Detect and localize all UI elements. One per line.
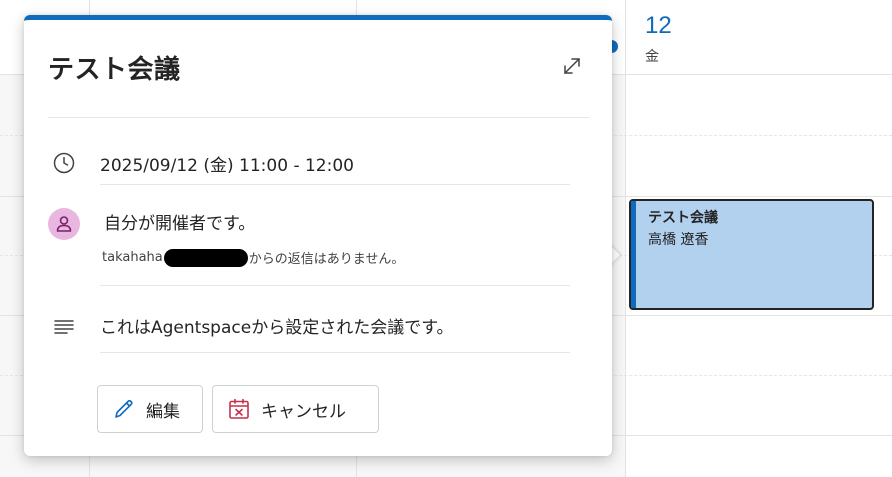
expand-button[interactable] <box>556 50 588 82</box>
row-divider <box>100 352 570 353</box>
event-title: テスト会議 <box>648 210 718 226</box>
text-lines-icon <box>52 314 76 338</box>
event-peek-card: テスト会議 2025/09/12 (金) 11:00 - 12:00 自分が開催… <box>24 15 612 456</box>
avatar[interactable] <box>48 208 80 240</box>
row-divider <box>100 285 570 286</box>
response-status: takahaha からの返信はありません。 <box>102 248 404 267</box>
cancel-meeting-button-label: キャンセル <box>261 401 346 422</box>
row-divider <box>100 184 570 185</box>
calendar-event[interactable]: テスト会議 高橋 遼香 <box>629 199 874 310</box>
pencil-icon <box>111 396 137 422</box>
event-organizer: 高橋 遼香 <box>648 232 709 248</box>
person-icon <box>56 216 72 232</box>
grid-column-line <box>625 0 626 477</box>
cancel-meeting-button[interactable]: キャンセル <box>212 385 379 433</box>
redacted-email <box>163 248 248 267</box>
event-title-heading: テスト会議 <box>48 55 181 85</box>
edit-button[interactable]: 編集 <box>97 385 203 433</box>
organizer-status: 自分が開催者です。 <box>104 214 256 234</box>
event-datetime: 2025/09/12 (金) 11:00 - 12:00 <box>100 156 354 176</box>
response-suffix: からの返信はありません。 <box>248 252 405 267</box>
response-email-prefix: takahaha <box>102 250 163 265</box>
calendar-cancel-icon <box>226 396 252 422</box>
event-accent-bar <box>631 201 636 308</box>
day-name: 金 <box>645 49 659 65</box>
day-number[interactable]: 12 <box>645 12 672 40</box>
clock-icon <box>52 151 76 175</box>
edit-button-label: 編集 <box>146 401 180 422</box>
event-description: これはAgentspaceから設定された会議です。 <box>100 318 454 338</box>
header-divider <box>48 117 589 118</box>
expand-icon <box>564 58 580 74</box>
